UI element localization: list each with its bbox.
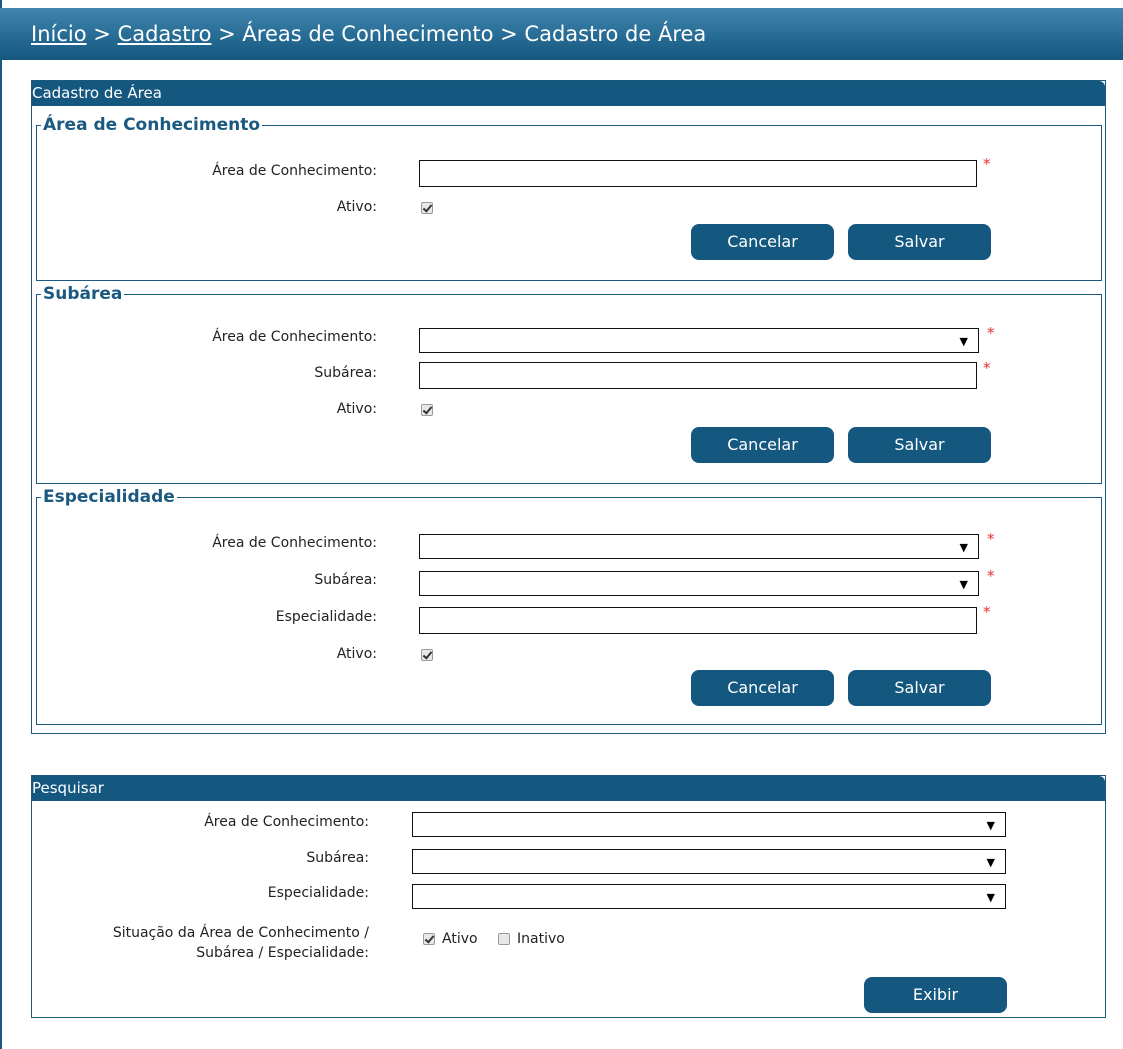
subarea-save-button[interactable]: Salvar — [848, 427, 991, 463]
area-ativo-label: Ativo: — [336, 199, 377, 215]
especialidade-cancel-button[interactable]: Cancelar — [691, 670, 834, 706]
especialidade-ativo-label: Ativo: — [336, 646, 377, 662]
especialidade-area-select[interactable]: ▼ — [419, 534, 979, 559]
required-mark: * — [983, 359, 991, 377]
pesquisar-panel: Pesquisar Área de Conhecimento: ▼ Subáre… — [31, 775, 1106, 1018]
especialidade-area-label: Área de Conhecimento: — [212, 535, 377, 551]
especialidade-fieldset: Especialidade Área de Conhecimento: ▼ * … — [36, 487, 1102, 725]
chevron-down-icon: ▼ — [986, 856, 995, 869]
chevron-down-icon: ▼ — [959, 335, 968, 348]
area-cancel-button[interactable]: Cancelar — [691, 224, 834, 260]
subarea-ativo-label: Ativo: — [336, 401, 377, 417]
search-subarea-label: Subárea: — [306, 850, 369, 866]
search-inativo-label: Inativo — [517, 931, 565, 947]
required-mark: * — [983, 155, 991, 173]
especialidade-name-input[interactable] — [419, 607, 977, 634]
especialidade-label: Especialidade: — [275, 609, 377, 625]
cadastro-panel-title: Cadastro de Área — [32, 81, 1105, 106]
required-mark: * — [987, 567, 995, 585]
search-subarea-select[interactable]: ▼ — [412, 849, 1006, 874]
subarea-area-label: Área de Conhecimento: — [212, 329, 377, 345]
subarea-ativo-checkbox[interactable] — [421, 404, 433, 416]
subarea-label: Subárea: — [314, 365, 377, 381]
required-mark: * — [987, 324, 995, 342]
especialidade-ativo-checkbox[interactable] — [421, 649, 433, 661]
required-mark: * — [983, 603, 991, 621]
especialidade-subarea-select[interactable]: ▼ — [419, 571, 979, 596]
breadcrumb-separator: > — [86, 22, 118, 46]
especialidade-subarea-label: Subárea: — [314, 572, 377, 588]
search-especialidade-select[interactable]: ▼ — [412, 884, 1006, 909]
subarea-fieldset: Subárea Área de Conhecimento: ▼ * Subáre… — [36, 284, 1102, 484]
breadcrumb-current: > Áreas de Conhecimento > Cadastro de Ár… — [211, 22, 707, 46]
breadcrumb-home-link[interactable]: Início — [31, 22, 87, 46]
subarea-name-input[interactable] — [419, 362, 977, 389]
area-label: Área de Conhecimento: — [212, 163, 377, 179]
especialidade-save-button[interactable]: Salvar — [848, 670, 991, 706]
area-name-input[interactable] — [419, 160, 977, 187]
pesquisar-panel-title: Pesquisar — [32, 776, 1105, 801]
search-area-label: Área de Conhecimento: — [204, 814, 369, 830]
area-fieldset: Área de Conhecimento Área de Conheciment… — [36, 115, 1102, 281]
search-especialidade-label: Especialidade: — [267, 885, 369, 901]
especialidade-legend: Especialidade — [43, 487, 175, 507]
breadcrumb: Início > Cadastro > Áreas de Conheciment… — [0, 8, 1123, 60]
chevron-down-icon: ▼ — [959, 541, 968, 554]
chevron-down-icon: ▼ — [986, 891, 995, 904]
subarea-cancel-button[interactable]: Cancelar — [691, 427, 834, 463]
search-ativo-label: Ativo — [442, 931, 478, 947]
required-mark: * — [987, 530, 995, 548]
page-left-border — [0, 0, 2, 1049]
search-show-button[interactable]: Exibir — [864, 977, 1007, 1013]
search-situacao-label-line2: Subárea / Especialidade: — [196, 945, 369, 961]
search-situacao-label-line1: Situação da Área de Conhecimento / — [112, 925, 369, 941]
area-save-button[interactable]: Salvar — [848, 224, 991, 260]
search-inativo-checkbox[interactable] — [498, 933, 510, 945]
search-situacao-label: Situação da Área de Conhecimento / Subár… — [32, 923, 369, 963]
area-legend: Área de Conhecimento — [43, 115, 261, 135]
breadcrumb-cadastro-link[interactable]: Cadastro — [118, 22, 212, 46]
area-ativo-checkbox[interactable] — [421, 202, 433, 214]
chevron-down-icon: ▼ — [959, 578, 968, 591]
chevron-down-icon: ▼ — [986, 819, 995, 832]
search-area-select[interactable]: ▼ — [412, 812, 1006, 837]
subarea-area-select[interactable]: ▼ — [419, 328, 979, 353]
search-ativo-checkbox[interactable] — [423, 933, 435, 945]
subarea-legend: Subárea — [43, 284, 123, 304]
cadastro-panel: Cadastro de Área Área de Conhecimento Ár… — [31, 80, 1106, 734]
